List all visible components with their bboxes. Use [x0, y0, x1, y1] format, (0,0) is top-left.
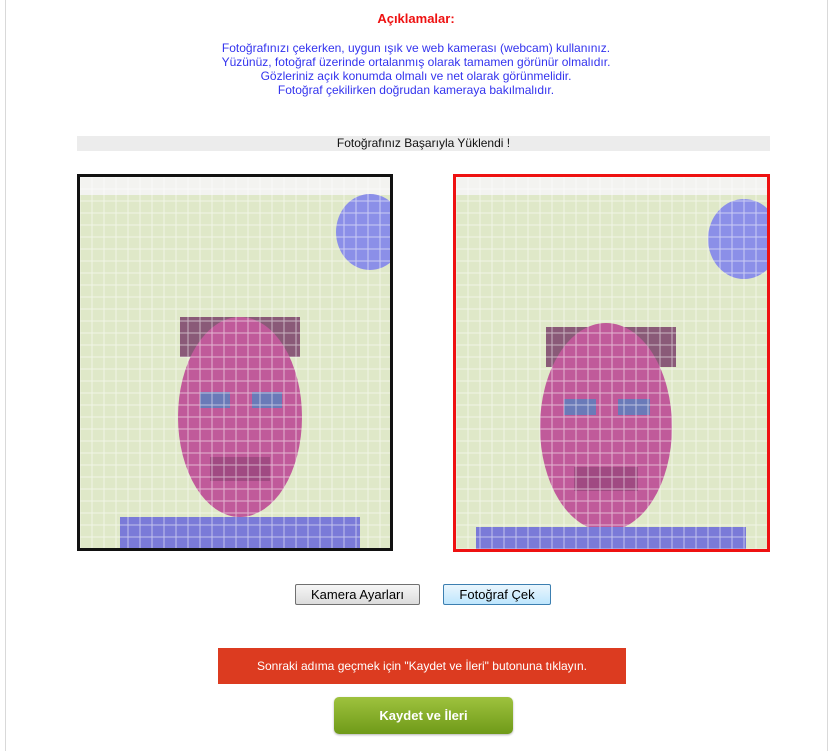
save-and-next-button[interactable]: Kaydet ve İleri	[334, 697, 513, 734]
next-step-notice: Sonraki adıma geçmek için "Kaydet ve İle…	[218, 648, 626, 684]
instructions-title: Açıklamalar:	[377, 11, 455, 26]
instruction-line: Fotoğraf çekilirken doğrudan kameraya ba…	[277, 83, 555, 97]
webcam-live-preview	[77, 174, 393, 551]
instruction-line: Fotoğrafınızı çekerken, uygun ışık ve we…	[221, 41, 611, 55]
instruction-line: Yüzünüz, fotoğraf üzerinde ortalanmış ol…	[221, 55, 611, 69]
webcam-image	[80, 177, 390, 548]
captured-image	[456, 177, 767, 549]
take-photo-button[interactable]: Fotoğraf Çek	[443, 584, 551, 605]
instruction-line: Gözleriniz açık konumda olmalı ve net ol…	[260, 69, 572, 83]
upload-status-message: Fotoğrafınız Başarıyla Yüklendi !	[77, 136, 770, 151]
instructions-block: Fotoğrafınızı çekerken, uygun ışık ve we…	[0, 41, 832, 97]
captured-photo-preview	[453, 174, 770, 552]
camera-settings-button[interactable]: Kamera Ayarları	[295, 584, 420, 605]
